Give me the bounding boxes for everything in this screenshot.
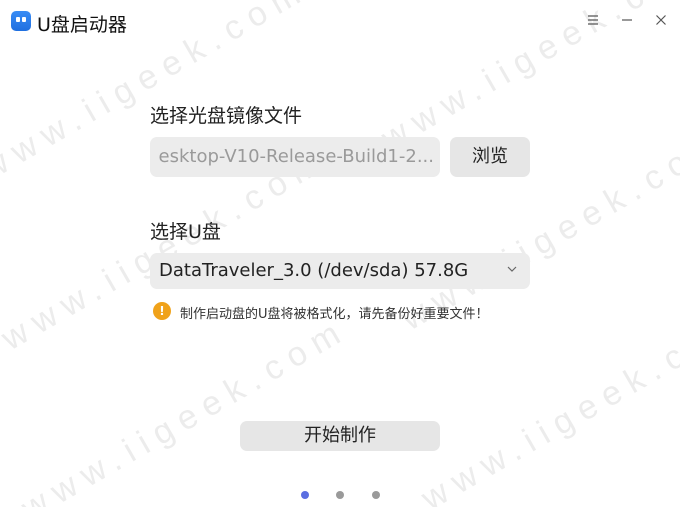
page-dot-2[interactable]	[336, 491, 344, 499]
iso-path-field[interactable]: esktop-V10-Release-Build1-2...	[150, 137, 440, 177]
app-icon	[11, 11, 31, 31]
format-warning-text: 制作启动盘的U盘将被格式化，请先备份好重要文件！	[180, 307, 489, 322]
drive-section-label: 选择U盘	[150, 221, 221, 243]
start-button[interactable]: 开始制作	[240, 421, 440, 451]
window-title: U盘启动器	[37, 14, 127, 36]
iso-path-value: esktop-V10-Release-Build1-2...	[158, 146, 434, 167]
chevron-down-icon	[507, 266, 517, 272]
hamburger-menu-icon	[588, 15, 598, 25]
browse-button[interactable]: 浏览	[450, 137, 530, 177]
iso-section-label: 选择光盘镜像文件	[150, 105, 303, 127]
watermark-text: www.iigeek.com	[15, 310, 355, 507]
close-button[interactable]	[650, 9, 672, 31]
warning-icon: !	[153, 302, 171, 320]
menu-button[interactable]	[582, 9, 604, 31]
drive-select[interactable]: DataTraveler_3.0 (/dev/sda) 57.8G	[150, 253, 530, 289]
title-bar: U盘启动器	[0, 0, 680, 40]
watermark-text: www.iigeek.com	[415, 300, 680, 507]
minimize-button[interactable]	[616, 9, 638, 31]
close-icon	[656, 15, 666, 25]
minimize-icon	[622, 19, 632, 21]
page-dot-3[interactable]	[372, 491, 380, 499]
page-dot-1[interactable]	[301, 491, 309, 499]
drive-selected-value: DataTraveler_3.0 (/dev/sda) 57.8G	[159, 260, 469, 281]
